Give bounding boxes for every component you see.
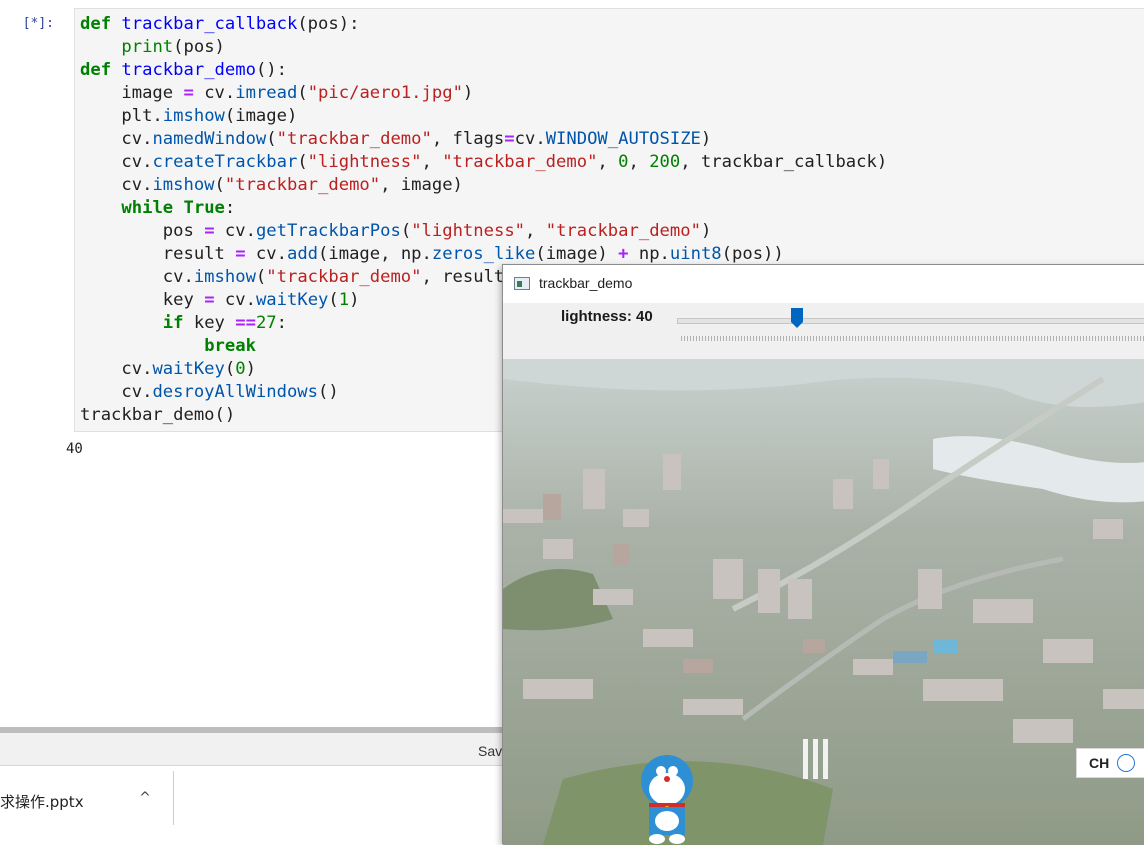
code-line: pos = cv.getTrackbarPos("lightness", "tr… (80, 221, 712, 241)
save-label: Sav (478, 743, 503, 759)
save-status-row (0, 733, 502, 765)
download-divider (173, 771, 174, 825)
code-gutter: ▼ ▼ ▼ ▼ (58, 8, 128, 432)
trackbar-thumb[interactable] (791, 308, 803, 328)
window-title: trackbar_demo (539, 275, 633, 291)
code-line: cv.imshow("trackbar_demo", image) (80, 175, 463, 195)
trackbar-groove[interactable] (677, 318, 1144, 324)
opencv-window[interactable]: trackbar_demo lightness: 40 (502, 264, 1144, 845)
code-line: def trackbar_callback(pos): (80, 14, 360, 34)
trackbar-ticks (681, 336, 1144, 341)
cell-output: 40 (66, 441, 83, 457)
cell-prompt: [*]: (22, 16, 54, 31)
code-line: def trackbar_demo(): (80, 60, 287, 80)
trackbar-panel: lightness: 40 (503, 303, 1144, 359)
ime-language: CH (1089, 755, 1110, 771)
code-line: image = cv.imread("pic/aero1.jpg") (80, 83, 474, 103)
code-line: result = cv.add(image, np.zeros_like(ima… (80, 244, 784, 264)
code-line: cv.createTrackbar("lightness", "trackbar… (80, 152, 888, 172)
window-app-icon (514, 277, 530, 290)
code-line: plt.imshow(image) (80, 106, 298, 126)
ime-logo-icon (1117, 754, 1135, 772)
code-line: print(pos) (121, 37, 225, 57)
window-titlebar[interactable]: trackbar_demo (503, 265, 1144, 303)
chevron-up-icon[interactable]: ^ (136, 790, 154, 808)
aerial-photo (503, 359, 1144, 845)
code-line: cv.namedWindow("trackbar_demo", flags=cv… (80, 129, 712, 149)
code-line: while True: (121, 198, 236, 218)
aerial-city-image (503, 359, 1144, 845)
trackbar-label: lightness: 40 (561, 308, 653, 325)
ime-indicator[interactable]: CH (1076, 748, 1144, 778)
download-file-name[interactable]: 求操作.pptx (0, 791, 84, 812)
